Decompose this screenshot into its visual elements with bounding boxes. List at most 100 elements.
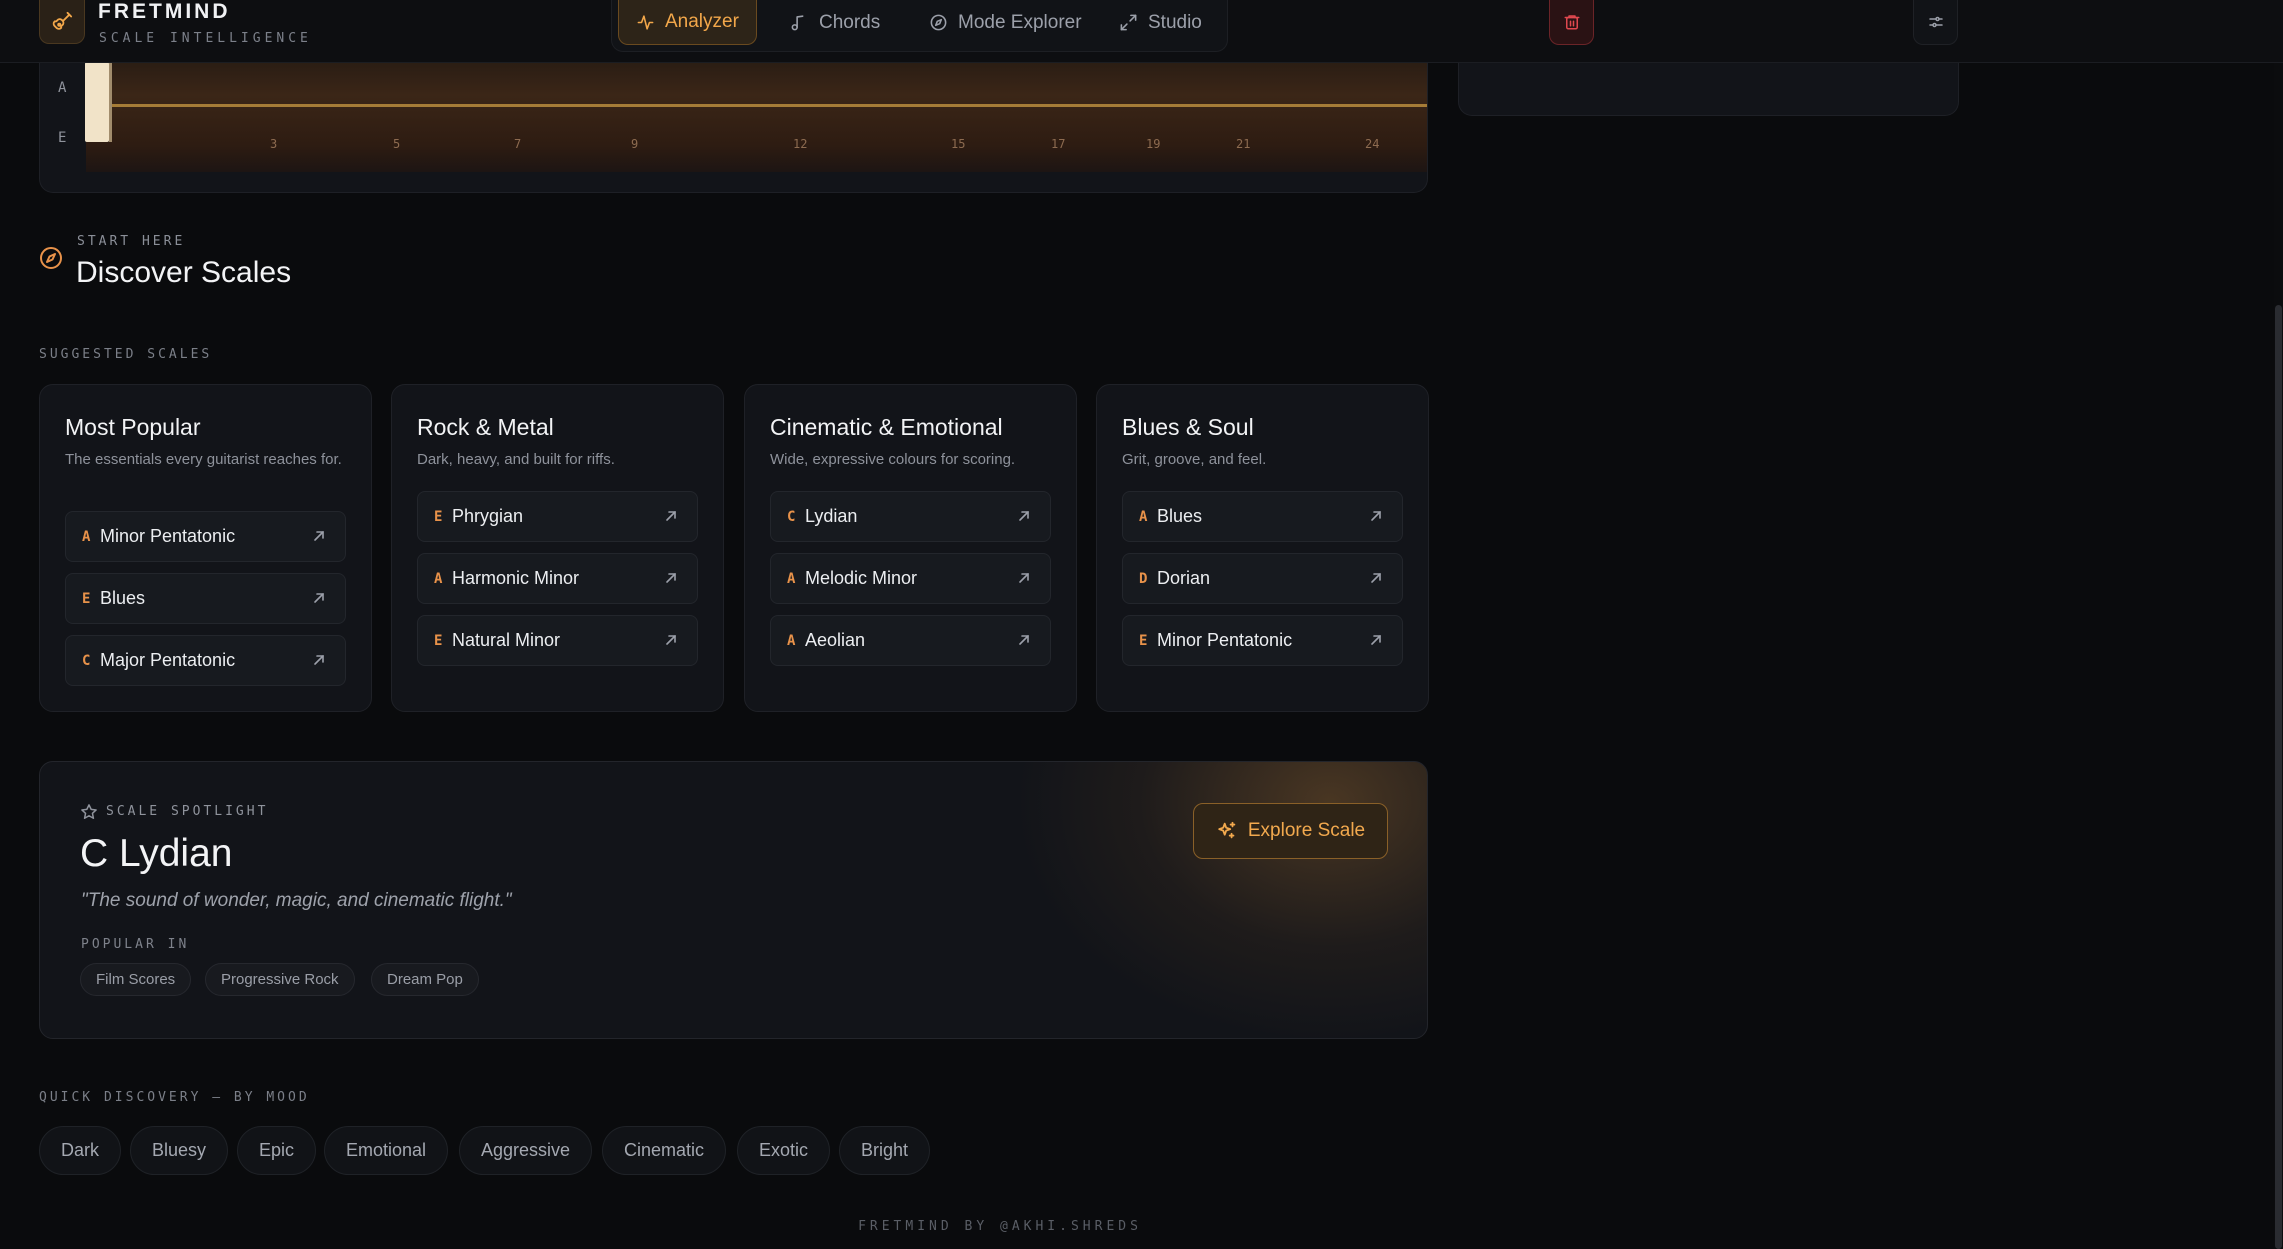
logo-badge[interactable] — [39, 0, 85, 44]
fret-number: 19 — [1146, 137, 1161, 151]
nav-chords[interactable]: Chords — [773, 0, 897, 45]
scale-item[interactable]: C Lydian — [770, 491, 1051, 542]
fret-number: 21 — [1236, 137, 1251, 151]
arrow-up-right-icon — [314, 655, 324, 665]
arrow-up-right-icon — [1019, 511, 1029, 521]
group-title: Most Popular — [65, 414, 201, 440]
scale-name: Lydian — [805, 506, 858, 526]
mood-chip[interactable]: Dark — [39, 1126, 122, 1175]
arrow-up-right-icon — [666, 573, 676, 583]
nav-studio[interactable]: Studio — [1102, 0, 1219, 45]
mood-chip[interactable]: Emotional — [324, 1126, 449, 1175]
scale-name: Dorian — [1157, 568, 1211, 588]
arrow-up-right-icon — [1019, 635, 1029, 645]
sliders-icon — [1928, 16, 1943, 28]
scale-item[interactable]: A Melodic Minor — [770, 553, 1051, 604]
scrollbar-thumb[interactable] — [2275, 305, 2282, 1249]
arrow-up-right-icon — [1019, 573, 1029, 583]
scale-item[interactable]: A Harmonic Minor — [417, 553, 698, 604]
scale-group-card: Most Popular The essentials every guitar… — [39, 384, 372, 712]
arrow-up-right-icon — [1371, 511, 1381, 521]
spotlight-title: C Lydian — [80, 832, 233, 875]
scale-root: E — [82, 590, 91, 607]
fretboard-nut — [85, 62, 109, 142]
scale-root: E — [434, 632, 443, 649]
scale-root: E — [1139, 632, 1148, 649]
nav-analyzer[interactable]: Analyzer — [618, 0, 757, 45]
nav-mode-explorer[interactable]: Mode Explorer — [912, 0, 1099, 45]
group-title: Rock & Metal — [417, 414, 554, 440]
scale-item[interactable]: A Minor Pentatonic — [65, 511, 346, 562]
fret-number: 7 — [514, 137, 522, 151]
arrow-up-right-icon — [314, 593, 324, 603]
section-title: Discover Scales — [76, 256, 292, 289]
clear-button[interactable] — [1549, 0, 1594, 45]
scale-item[interactable]: D Dorian — [1122, 553, 1403, 604]
fret-number: 12 — [793, 137, 808, 151]
suggested-scales-label: SUGGESTED SCALES — [39, 347, 213, 362]
scale-spotlight-card: SCALE SPOTLIGHT C Lydian "The sound of w… — [39, 761, 1428, 1039]
string-a — [112, 104, 1427, 107]
mood-chip[interactable]: Exotic — [737, 1126, 831, 1175]
genre-tag: Film Scores — [80, 963, 192, 996]
scale-item[interactable]: E Minor Pentatonic — [1122, 615, 1403, 666]
genre-tag: Dream Pop — [371, 963, 479, 996]
mood-section-label: QUICK DISCOVERY — BY MOOD — [39, 1090, 310, 1105]
group-description: Dark, heavy, and built for riffs. — [417, 451, 615, 468]
scale-item[interactable]: E Natural Minor — [417, 615, 698, 666]
scale-name: Blues — [1157, 506, 1203, 526]
group-description: Wide, expressive colours for scoring. — [770, 451, 1016, 468]
scale-item[interactable]: A Aeolian — [770, 615, 1051, 666]
scale-item[interactable]: C Major Pentatonic — [65, 635, 346, 686]
group-title: Cinematic & Emotional — [770, 414, 1003, 440]
scale-name: Natural Minor — [452, 630, 561, 650]
mood-chip[interactable]: Cinematic — [602, 1126, 727, 1175]
scale-root: A — [1139, 508, 1148, 525]
sparkles-icon — [1218, 821, 1236, 839]
scale-root: A — [82, 528, 91, 545]
scale-name: Blues — [100, 588, 146, 608]
fretboard[interactable] — [86, 62, 1427, 172]
scale-root: C — [787, 508, 796, 525]
scale-root: E — [434, 508, 443, 525]
section-eyebrow: START HERE — [77, 234, 186, 249]
expand-icon — [1120, 14, 1137, 31]
scale-item[interactable]: E Blues — [65, 573, 346, 624]
scale-group-card: Cinematic & Emotional Wide, expressive c… — [744, 384, 1077, 712]
app-root: FRETMIND SCALE INTELLIGENCE Analyzer Cho… — [0, 0, 2283, 1249]
scale-item[interactable]: A Blues — [1122, 491, 1403, 542]
spotlight-eyebrow: SCALE SPOTLIGHT — [106, 804, 269, 819]
nav-mode-explorer-label: Mode Explorer — [958, 11, 1082, 33]
fret-number: 15 — [951, 137, 966, 151]
scale-name: Major Pentatonic — [100, 650, 236, 670]
group-title: Blues & Soul — [1122, 414, 1254, 440]
settings-button[interactable] — [1913, 0, 1958, 45]
scale-name: Harmonic Minor — [452, 568, 580, 588]
scale-name: Aeolian — [805, 630, 866, 650]
scale-root: A — [787, 632, 796, 649]
scale-root: A — [434, 570, 443, 587]
arrow-up-right-icon — [1371, 573, 1381, 583]
mood-chip[interactable]: Aggressive — [459, 1126, 593, 1175]
fret-number: 9 — [631, 137, 639, 151]
mood-chip[interactable]: Bluesy — [130, 1126, 229, 1175]
scale-group-card: Rock & Metal Dark, heavy, and built for … — [391, 384, 724, 712]
brand-name: FRETMIND — [98, 0, 231, 23]
nav-studio-label: Studio — [1148, 11, 1202, 33]
mood-chip[interactable]: Bright — [839, 1126, 931, 1175]
group-description: The essentials every guitarist reaches f… — [65, 451, 342, 468]
scale-name: Minor Pentatonic — [1157, 630, 1293, 650]
fret-number: 3 — [270, 137, 278, 151]
music-note-icon — [791, 15, 804, 31]
brand-subtitle: SCALE INTELLIGENCE — [99, 31, 312, 46]
fret-number: 24 — [1365, 137, 1380, 151]
pulse-icon — [637, 14, 654, 30]
fret-number: 5 — [393, 137, 401, 151]
nav-chords-label: Chords — [819, 11, 881, 33]
mood-chip[interactable]: Epic — [237, 1126, 317, 1175]
arrow-up-right-icon — [1371, 635, 1381, 645]
footer-credit: FRETMIND BY @AKHI.SHREDS — [858, 1219, 1142, 1234]
explore-scale-button[interactable]: Explore Scale — [1193, 803, 1388, 859]
group-description: Grit, groove, and feel. — [1122, 451, 1267, 468]
scale-item[interactable]: E Phrygian — [417, 491, 698, 542]
